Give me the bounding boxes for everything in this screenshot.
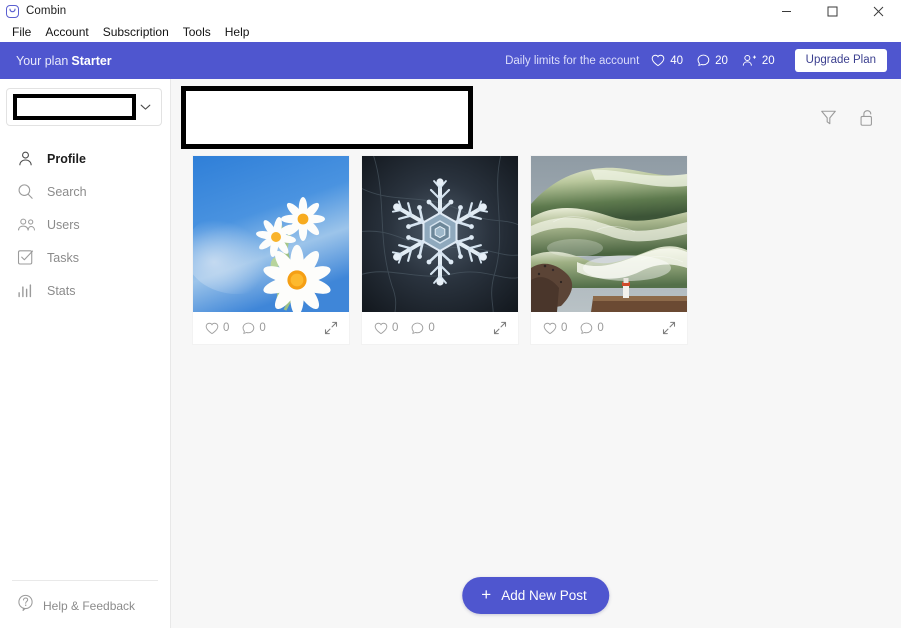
- post-comments: 0: [411, 322, 435, 335]
- users-icon: [17, 217, 39, 233]
- follow-user-icon: [742, 54, 757, 67]
- post-card-footer: 0 0: [531, 312, 687, 344]
- heart-icon: [651, 54, 665, 67]
- menu-bar: File Account Subscription Tools Help: [0, 22, 901, 42]
- main-header-actions: [820, 109, 875, 127]
- plan-prefix: Your plan: [16, 53, 69, 68]
- comment-icon: [411, 322, 424, 335]
- plan-name: Starter: [71, 53, 112, 68]
- stats-bars-icon: [17, 283, 39, 298]
- sidebar-item-label: Search: [47, 184, 87, 199]
- plan-bar: Your plan Starter Daily limits for the ac…: [0, 42, 901, 79]
- post-likes-value: 0: [561, 322, 568, 334]
- post-card-footer: 0 0: [362, 312, 518, 344]
- post-comments-value: 0: [259, 322, 266, 334]
- menu-item-subscription[interactable]: Subscription: [96, 22, 176, 42]
- plan-label: Your plan Starter: [16, 54, 112, 68]
- post-card[interactable]: 0 0: [531, 156, 687, 344]
- limit-follows: 20: [742, 54, 775, 67]
- post-likes: 0: [205, 322, 229, 335]
- sidebar-item-label: Tasks: [47, 250, 79, 265]
- sidebar-item-label: Profile: [47, 151, 86, 166]
- heart-icon: [543, 322, 557, 335]
- chevron-down-icon[interactable]: [136, 103, 154, 111]
- account-banner-redacted: [181, 86, 473, 149]
- main-content: 0 0 0 0 0 0 + Add New Post: [171, 79, 901, 628]
- sidebar-item-users[interactable]: Users: [0, 208, 170, 241]
- sidebar-item-label: Users: [47, 217, 80, 232]
- post-comments: 0: [242, 322, 266, 335]
- limit-likes-value: 40: [670, 54, 684, 67]
- question-circle-icon: [17, 594, 34, 617]
- menu-item-tools[interactable]: Tools: [176, 22, 218, 42]
- sidebar: Profile Search Users Tasks Stats Help & …: [0, 79, 171, 628]
- comment-icon: [242, 322, 255, 335]
- window-controls: [763, 0, 901, 22]
- limit-likes: 40: [651, 54, 683, 67]
- daily-limits-label: Daily limits for the account: [505, 54, 640, 67]
- body: Profile Search Users Tasks Stats Help & …: [0, 79, 901, 628]
- menu-item-help[interactable]: Help: [218, 22, 257, 42]
- person-icon: [17, 150, 39, 167]
- sidebar-item-label: Stats: [47, 283, 76, 298]
- post-likes: 0: [374, 322, 398, 335]
- expand-arrows-icon[interactable]: [662, 321, 676, 335]
- post-likes: 0: [543, 322, 567, 335]
- post-comments-value: 0: [428, 322, 435, 334]
- post-image-daisies[interactable]: [193, 156, 349, 312]
- comment-icon: [697, 54, 710, 67]
- menu-item-account[interactable]: Account: [38, 22, 95, 42]
- window-title: Combin: [26, 5, 67, 17]
- post-card[interactable]: 0 0: [193, 156, 349, 344]
- post-card-footer: 0 0: [193, 312, 349, 344]
- sidebar-item-tasks[interactable]: Tasks: [0, 241, 170, 274]
- maximize-icon[interactable]: [809, 0, 855, 22]
- post-comments-value: 0: [597, 322, 604, 334]
- account-selector[interactable]: [6, 88, 162, 126]
- expand-arrows-icon[interactable]: [493, 321, 507, 335]
- heart-icon: [205, 322, 219, 335]
- upgrade-plan-button[interactable]: Upgrade Plan: [794, 48, 887, 73]
- add-new-post-button[interactable]: + Add New Post: [462, 577, 610, 614]
- daily-limits-group: Daily limits for the account 40 20 20 Up…: [505, 48, 887, 73]
- unlock-padlock-icon[interactable]: [859, 109, 875, 127]
- limit-follows-value: 20: [761, 54, 775, 67]
- post-likes-value: 0: [223, 322, 230, 334]
- limit-comments: 20: [697, 54, 728, 67]
- sidebar-item-stats[interactable]: Stats: [0, 274, 170, 307]
- expand-arrows-icon[interactable]: [324, 321, 338, 335]
- post-image-waves[interactable]: [531, 156, 687, 312]
- minimize-icon[interactable]: [763, 0, 809, 22]
- account-name-redacted: [13, 94, 136, 120]
- sidebar-footer: Help & Feedback: [12, 580, 158, 617]
- post-likes-value: 0: [392, 322, 399, 334]
- post-image-snowflake[interactable]: [362, 156, 518, 312]
- comment-icon: [580, 322, 593, 335]
- post-comments: 0: [580, 322, 604, 335]
- help-and-feedback-button[interactable]: Help & Feedback: [12, 594, 158, 617]
- close-icon[interactable]: [855, 0, 901, 22]
- heart-icon: [374, 322, 388, 335]
- sidebar-item-profile[interactable]: Profile: [0, 142, 170, 175]
- sidebar-item-search[interactable]: Search: [0, 175, 170, 208]
- combin-smile-logo-icon: [6, 4, 19, 18]
- help-and-feedback-label: Help & Feedback: [43, 598, 136, 613]
- sidebar-nav: Profile Search Users Tasks Stats: [0, 142, 170, 307]
- menu-item-file[interactable]: File: [5, 22, 38, 42]
- search-icon: [17, 183, 39, 200]
- app-window: Combin File Account Subscription Tools H…: [0, 0, 901, 628]
- title-bar: Combin: [0, 0, 901, 22]
- filter-funnel-icon[interactable]: [820, 109, 837, 126]
- tasks-checkbox-icon: [17, 249, 39, 266]
- add-new-post-label: Add New Post: [501, 588, 587, 603]
- main-header: [171, 79, 901, 156]
- post-grid: 0 0 0 0 0 0: [171, 156, 901, 344]
- plus-icon: +: [481, 585, 492, 604]
- post-card[interactable]: 0 0: [362, 156, 518, 344]
- limit-comments-value: 20: [715, 54, 728, 67]
